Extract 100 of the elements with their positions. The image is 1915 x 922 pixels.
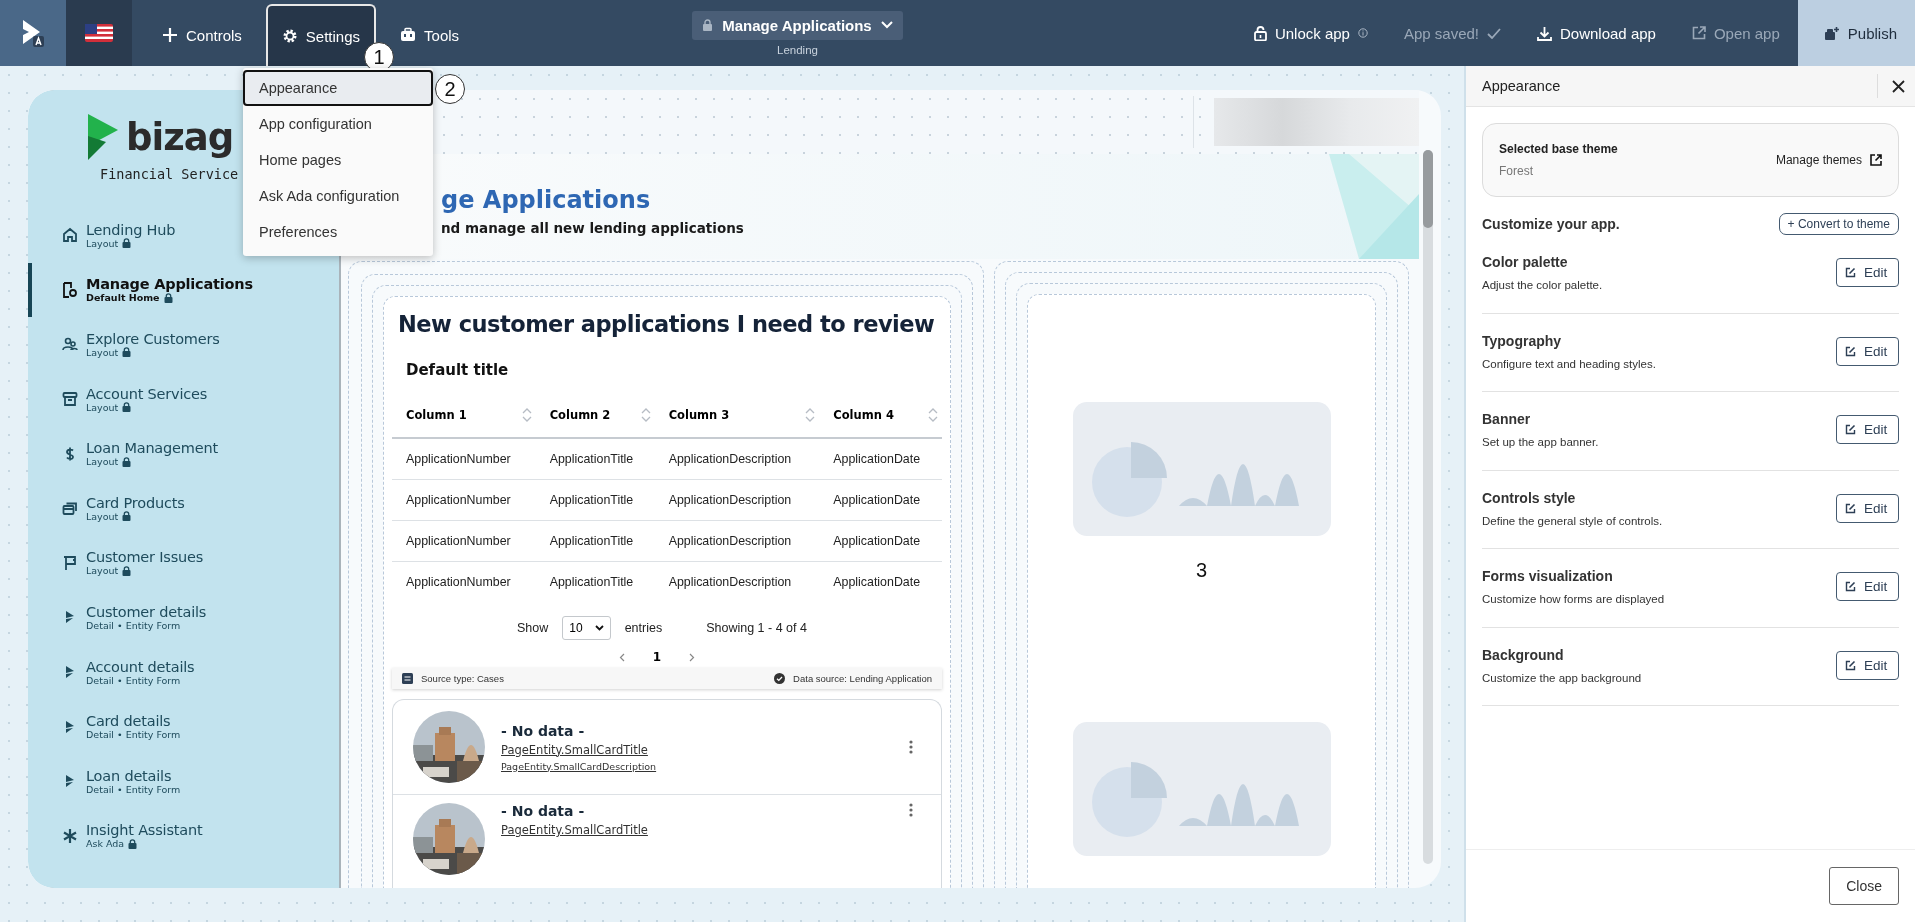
section-title: Banner — [1482, 411, 1532, 428]
logo-icon — [20, 18, 46, 48]
scrollbar-thumb[interactable] — [1423, 150, 1433, 228]
banner-title: ge Applications — [441, 185, 652, 214]
flag-icon — [62, 554, 78, 571]
check-icon — [1487, 27, 1501, 39]
sidebar-item-name: Loan details — [86, 767, 173, 784]
sidebar-item[interactable]: Lending Hub Layout — [28, 208, 184, 263]
language-button[interactable] — [66, 0, 132, 66]
page-number[interactable]: 1 — [648, 648, 666, 666]
sidebar-item-type: Layout — [86, 401, 119, 413]
sidebar-item-name: Account details — [86, 658, 195, 675]
table-cell: ApplicationDate — [819, 561, 942, 602]
previous-page-icon[interactable] — [618, 652, 625, 662]
edit-icon — [1845, 502, 1856, 514]
edit-icon — [1845, 345, 1856, 357]
edit-button[interactable]: Edit — [1836, 336, 1899, 366]
close-icon — [1892, 79, 1905, 93]
section-title: Controls style — [1482, 489, 1577, 506]
sidebar-item[interactable]: Explore Customers Layout — [28, 317, 228, 372]
pagination-summary: Showing 1 - 4 of 4 — [706, 621, 807, 635]
toolbar-action[interactable]: Publish — [1797, 0, 1915, 66]
sidebar-item-type: Layout — [86, 456, 119, 468]
sidebar-item-name: Account Services — [86, 385, 208, 402]
menu-item[interactable]: Preferences — [243, 214, 433, 250]
sidebar-item[interactable]: Loan details Detail • Entity Form — [28, 753, 189, 809]
table-cell: ApplicationTitle — [535, 479, 655, 521]
menu-item[interactable]: Ask Ada configuration — [243, 178, 433, 214]
close-panel-button[interactable]: Close — [1829, 867, 1899, 905]
sidebar-item-name: Loan Management — [86, 440, 218, 457]
brand-logo-icon — [86, 112, 120, 162]
asterisk-icon — [62, 827, 78, 844]
home-icon — [62, 227, 78, 244]
sidebar-item[interactable]: Card details Detail • Entity Form — [28, 699, 189, 754]
lock-icon — [702, 19, 714, 31]
plus-icon — [162, 27, 178, 43]
edit-button[interactable]: Edit — [1836, 258, 1899, 288]
section-title: Color palette — [1482, 254, 1569, 271]
list-icon — [402, 673, 413, 684]
section-description: Configure text and heading styles. — [1482, 357, 1656, 370]
sidebar-item[interactable]: Account details Detail • Entity Form — [28, 644, 203, 700]
more-icon[interactable] — [909, 740, 913, 754]
menu-item[interactable]: Appearance — [243, 70, 433, 106]
edit-button[interactable]: Edit — [1836, 493, 1899, 523]
edit-icon — [1845, 659, 1856, 671]
convert-button[interactable]: + Convert to theme — [1778, 213, 1899, 235]
menu-item[interactable]: App configuration — [243, 106, 433, 142]
data-source: Data source: Lending Application — [793, 673, 932, 684]
page-selector[interactable]: Manage Applications — [692, 10, 903, 40]
sidebar-item[interactable]: Customer details Detail • Entity Form — [28, 590, 215, 645]
people-icon — [62, 336, 78, 353]
sidebar-item-name: Explore Customers — [86, 331, 220, 347]
sidebar-item[interactable]: Loan Management Layout — [28, 426, 226, 481]
table-title: Default title — [405, 360, 510, 381]
section-description: Set up the app banner. — [1482, 436, 1599, 449]
banner-subtitle: nd manage all new lending applications — [441, 219, 745, 236]
column-header[interactable]: Column 3 — [654, 393, 820, 438]
next-page-icon[interactable] — [689, 652, 696, 662]
external-link-icon — [1691, 26, 1706, 40]
edit-button[interactable]: Edit — [1836, 572, 1899, 602]
column-header[interactable]: Column 4 — [819, 393, 942, 438]
customize-label: Customize your app. — [1482, 216, 1620, 232]
sidebar-item[interactable]: Account Services Layout — [28, 371, 216, 427]
page-size-select[interactable]: 10 — [562, 616, 611, 640]
table-cell: ApplicationDescription — [654, 520, 820, 562]
manage-themes-link[interactable]: Manage themes — [1775, 153, 1882, 167]
entries-label: entries — [624, 621, 663, 635]
unlock-icon — [1253, 25, 1267, 41]
sidebar-item-name: Manage Applications — [86, 276, 253, 293]
card-description-link[interactable]: PageEntity.SmallCardDescription — [501, 760, 893, 772]
toolbox-icon — [400, 27, 417, 43]
flag-icon — [85, 24, 113, 42]
sidebar-item-type: Detail • Entity Form — [86, 783, 181, 795]
edit-button[interactable]: Edit — [1836, 415, 1899, 445]
nav-tab[interactable]: Controls — [146, 4, 258, 66]
card-title-link[interactable]: PageEntity.SmallCardTitle — [501, 742, 893, 757]
sidebar-item-name: Insight Assistant — [86, 822, 203, 839]
sidebar-item[interactable]: Card Products Layout — [28, 480, 193, 536]
sidebar-item[interactable]: Insight Assistant Ask Ada — [28, 808, 211, 864]
section-description: Customize how forms are displayed — [1482, 593, 1665, 606]
toolbar-action[interactable]: Unlock app — [1235, 0, 1386, 66]
more-icon[interactable] — [909, 803, 913, 817]
toolbar-action[interactable]: Download app — [1519, 0, 1674, 66]
edit-button[interactable]: Edit — [1836, 650, 1899, 680]
info-icon — [1357, 28, 1368, 38]
edit-icon — [1845, 424, 1856, 436]
table-cell: ApplicationNumber — [392, 479, 536, 521]
theme-label: Selected base theme — [1499, 142, 1618, 156]
column-header[interactable]: Column 1 — [392, 393, 536, 438]
card-title-link[interactable]: PageEntity.SmallCardTitle — [501, 823, 893, 837]
external-link-icon — [1870, 154, 1882, 166]
sidebar-item[interactable]: Manage Applications Default Home — [28, 262, 261, 318]
sidebar-item-name: Lending Hub — [86, 221, 176, 238]
sidebar-item[interactable]: Customer Issues Layout — [28, 535, 212, 591]
settings-icon — [281, 28, 298, 44]
menu-item[interactable]: Home pages — [243, 142, 433, 178]
card-title: - No data - — [501, 722, 586, 739]
column-header[interactable]: Column 2 — [535, 393, 655, 438]
app-logo-button[interactable] — [0, 0, 66, 66]
sidebar-item-type: Detail • Entity Form — [86, 674, 181, 686]
